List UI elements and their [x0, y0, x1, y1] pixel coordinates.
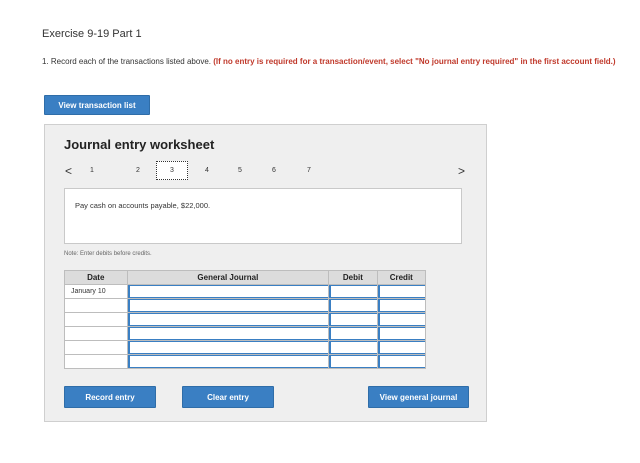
credit-field[interactable]: [376, 326, 427, 341]
debit-field[interactable]: [328, 284, 378, 299]
journal-header-row: Date General Journal Debit Credit: [64, 270, 427, 285]
account-field[interactable]: [126, 340, 330, 355]
transaction-description-box: Pay cash on accounts payable, $22,000.: [64, 188, 462, 244]
step-5[interactable]: 5: [233, 167, 247, 174]
worksheet-title: Journal entry worksheet: [64, 137, 215, 152]
general-journal-header: General Journal: [126, 270, 330, 285]
transaction-description: Pay cash on accounts payable, $22,000.: [75, 201, 211, 210]
credit-field[interactable]: [376, 284, 427, 299]
prev-arrow-icon[interactable]: <: [65, 164, 72, 178]
date-cell: [64, 326, 128, 341]
date-cell: [64, 312, 128, 327]
journal-table: Date General Journal Debit Credit Januar…: [64, 270, 427, 369]
table-row: [64, 312, 427, 327]
instruction-text: 1. Record each of the transactions liste…: [42, 57, 211, 66]
debit-field[interactable]: [328, 312, 378, 327]
record-entry-button[interactable]: Record entry: [64, 386, 156, 408]
account-field[interactable]: [126, 354, 330, 369]
debit-field[interactable]: [328, 326, 378, 341]
step-7[interactable]: 7: [302, 167, 316, 174]
debit-field[interactable]: [328, 298, 378, 313]
date-cell: [64, 340, 128, 355]
credit-field[interactable]: [376, 354, 427, 369]
clear-entry-button[interactable]: Clear entry: [182, 386, 274, 408]
account-field[interactable]: [126, 284, 330, 299]
table-row: [64, 298, 427, 313]
journal-entry-worksheet-panel: Journal entry worksheet < > 1 2 3 4 5 6 …: [44, 124, 487, 422]
next-arrow-icon[interactable]: >: [458, 164, 465, 178]
view-transaction-list-button[interactable]: View transaction list: [44, 95, 150, 115]
step-4[interactable]: 4: [200, 167, 214, 174]
credit-field[interactable]: [376, 298, 427, 313]
debit-field[interactable]: [328, 340, 378, 355]
date-cell: [64, 354, 128, 369]
account-field[interactable]: [126, 312, 330, 327]
table-row: January 10: [64, 284, 427, 299]
account-field[interactable]: [126, 326, 330, 341]
debit-field[interactable]: [328, 354, 378, 369]
debit-header: Debit: [328, 270, 378, 285]
instructions: 1. Record each of the transactions liste…: [42, 57, 632, 66]
step-1[interactable]: 1: [85, 167, 99, 174]
table-row: [64, 326, 427, 341]
note-text: Note: Enter debits before credits.: [64, 251, 152, 257]
instruction-highlight: (If no entry is required for a transacti…: [213, 57, 616, 66]
step-2[interactable]: 2: [131, 167, 145, 174]
credit-header: Credit: [376, 270, 427, 285]
date-cell: [64, 298, 128, 313]
table-row: [64, 354, 427, 369]
credit-field[interactable]: [376, 312, 427, 327]
exercise-title: Exercise 9-19 Part 1: [42, 28, 142, 40]
step-3-active[interactable]: 3: [156, 161, 188, 180]
date-cell: January 10: [64, 284, 128, 299]
date-header: Date: [64, 270, 128, 285]
account-field[interactable]: [126, 298, 330, 313]
step-6[interactable]: 6: [267, 167, 281, 174]
table-row: [64, 340, 427, 355]
view-general-journal-button[interactable]: View general journal: [368, 386, 469, 408]
credit-field[interactable]: [376, 340, 427, 355]
